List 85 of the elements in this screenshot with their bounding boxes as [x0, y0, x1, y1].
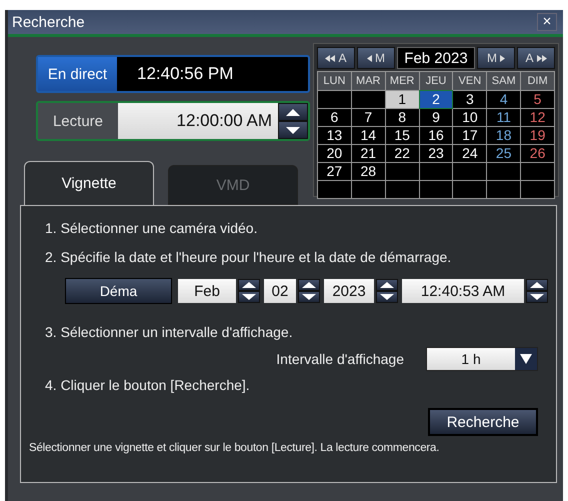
calendar-day[interactable]: 4	[487, 91, 520, 108]
calendar-day[interactable]: 6	[318, 109, 351, 126]
hint-text: Sélectionner une vignette et cliquer sur le bouton [Lecture]. La lecture commencera.	[29, 442, 440, 454]
calendar-day[interactable]: 11	[487, 109, 520, 126]
calendar-day[interactable]: 27	[318, 163, 351, 180]
calendar-day[interactable]: 5	[521, 91, 554, 108]
down-button[interactable]	[376, 291, 398, 303]
down-button[interactable]	[238, 291, 260, 303]
calendar-day[interactable]: 15	[386, 127, 419, 144]
calendar-day[interactable]: 1	[386, 91, 419, 108]
instruction-text: 2. Spécifie la date et l'heure pour l'heure et la date de démarrage.	[45, 248, 452, 267]
calendar-day[interactable]: 7	[352, 109, 385, 126]
weekday-header: SAM	[487, 72, 520, 90]
weekday-header: DIM	[521, 72, 554, 90]
tab[interactable]: Vignette	[24, 161, 154, 205]
calendar-day[interactable]: 16	[420, 127, 452, 144]
up-button[interactable]	[526, 279, 548, 291]
instruction-text: 1. Sélectionner une caméra vidéo.	[45, 219, 258, 238]
calendar-day[interactable]: 8	[386, 109, 419, 126]
calendar-day[interactable]: 3	[453, 91, 486, 108]
calendar-day[interactable]: 23	[420, 145, 452, 162]
down-button[interactable]	[526, 291, 548, 303]
up-button[interactable]	[376, 279, 398, 291]
day-field[interactable]: 02	[264, 279, 296, 303]
calendar-day[interactable]: 2	[420, 91, 452, 108]
close-button[interactable]: ×	[537, 13, 557, 31]
calendar-day[interactable]: 25	[487, 145, 520, 162]
dropdown-arrow-icon	[520, 354, 532, 364]
calendar-day[interactable]: 26	[521, 145, 554, 162]
weekday-header: MER	[386, 72, 419, 90]
up-arrow-icon	[530, 282, 544, 288]
start-button[interactable]: Déma	[65, 278, 172, 304]
calendar-nav-button[interactable]: M	[357, 47, 395, 69]
calendar-nav-button[interactable]: A	[317, 47, 355, 69]
down-arrow-icon	[302, 294, 316, 300]
calendar-day[interactable]: 28	[352, 163, 385, 180]
instruction-text: 4. Cliquer le bouton [Recherche].	[45, 376, 251, 395]
time-field[interactable]: 12:40:53 AM	[402, 279, 524, 303]
calendar-day[interactable]: 20	[318, 145, 351, 162]
live-button[interactable]: En direct	[38, 57, 117, 91]
calendar-day[interactable]: 12	[521, 109, 554, 126]
calendar-day[interactable]: 10	[453, 109, 486, 126]
up-arrow-icon	[302, 282, 316, 288]
down-arrow-icon	[286, 126, 300, 134]
up-arrow-icon	[380, 282, 394, 288]
down-arrow-icon	[380, 294, 394, 300]
up-button[interactable]	[298, 279, 320, 291]
right-arrow-icon	[500, 54, 505, 62]
left-arrow-icon	[367, 54, 372, 62]
interval-label: Intervalle d'affichage	[276, 351, 404, 367]
calendar-day[interactable]: 22	[386, 145, 419, 162]
instruction-text: 3. Sélectionner un intervalle d'affichage.	[45, 323, 294, 342]
down-arrow-icon	[530, 294, 544, 300]
month-label: Feb 2023	[397, 47, 475, 69]
weekday-header: MAR	[352, 72, 385, 90]
playback-label: Lecture	[38, 103, 118, 139]
weekday-header: JEU	[420, 72, 452, 90]
right-arrow-icon	[536, 54, 546, 62]
down-button[interactable]	[298, 291, 320, 303]
calendar-day[interactable]: 21	[352, 145, 385, 162]
weekday-header: LUN	[318, 72, 351, 90]
search-button[interactable]: Recherche	[428, 408, 538, 436]
up-button[interactable]	[238, 279, 260, 291]
year-field[interactable]: 2023	[324, 279, 374, 303]
calendar-day[interactable]: 14	[352, 127, 385, 144]
down-arrow-icon	[242, 294, 256, 300]
playback-time-field[interactable]: 12:00:00 AM	[118, 103, 278, 139]
up-button[interactable]	[278, 103, 308, 121]
weekday-header: VEN	[453, 72, 486, 90]
calendar-day[interactable]: 13	[318, 127, 351, 144]
window-title: Recherche	[12, 14, 85, 30]
live-time: 12:40:56 PM	[136, 64, 234, 84]
up-arrow-icon	[242, 282, 256, 288]
calendar-day[interactable]: 19	[521, 127, 554, 144]
calendar-day[interactable]: 9	[420, 109, 452, 126]
down-button[interactable]	[278, 121, 308, 139]
calendar-day[interactable]: 24	[453, 145, 486, 162]
calendar-nav-button[interactable]: A	[517, 47, 555, 69]
up-arrow-icon	[286, 108, 300, 116]
month-field[interactable]: Feb	[178, 279, 236, 303]
calendar-day[interactable]: 18	[487, 127, 520, 144]
calendar-day[interactable]: 17	[453, 127, 486, 144]
left-arrow-icon	[325, 54, 336, 62]
calendar-nav-button[interactable]: M	[477, 47, 515, 69]
interval-dropdown[interactable]: 1 h	[426, 347, 538, 371]
